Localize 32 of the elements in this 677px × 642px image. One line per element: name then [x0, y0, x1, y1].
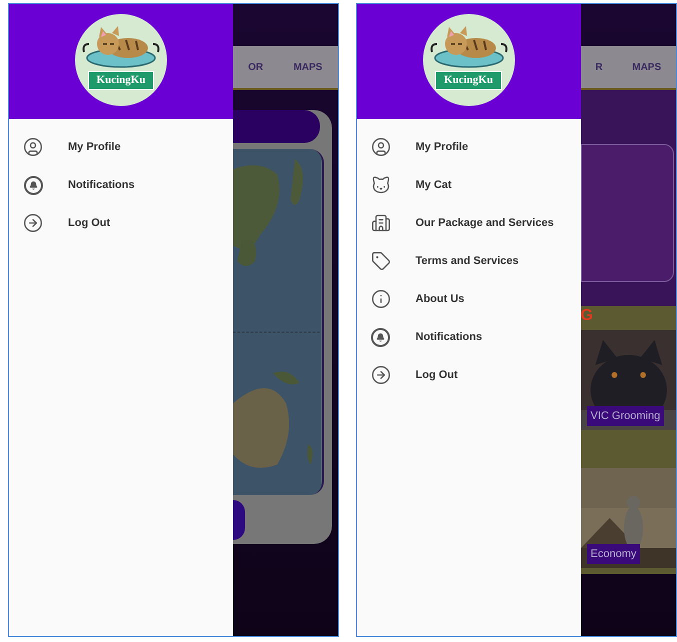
bell-icon [371, 328, 390, 346]
user-circle-icon [23, 137, 43, 157]
package-card[interactable]: VIC Grooming [580, 330, 676, 430]
info-icon [370, 289, 390, 309]
tab[interactable]: R [595, 60, 603, 74]
tab[interactable]: OR [248, 60, 264, 74]
menu-item[interactable]: Notifications [356, 318, 580, 356]
menu-item[interactable]: Log Out [9, 204, 233, 242]
cat-icon [370, 175, 390, 195]
package-label: Economy [586, 544, 640, 564]
arrow-right-circle-icon [23, 213, 43, 233]
user-circle-icon [370, 137, 390, 157]
menu-item[interactable]: Our Package and Services [356, 204, 580, 242]
tag-icon [370, 251, 390, 271]
menu-item[interactable]: Notifications [9, 166, 233, 204]
round-button[interactable] [233, 500, 245, 540]
bell-icon [24, 176, 42, 194]
menu-item[interactable]: About Us [356, 280, 580, 318]
package-label: VIC Grooming [586, 406, 664, 426]
arrow-right-circle-icon [370, 365, 390, 385]
tab[interactable]: MAPS [632, 60, 662, 74]
building-icon [370, 213, 390, 233]
tab[interactable]: MAPS [293, 60, 322, 74]
logo-text: KucingKu [435, 70, 502, 90]
menu-item[interactable]: Log Out [356, 356, 580, 394]
section-heading: G [580, 306, 594, 326]
menu-item[interactable]: My Cat [356, 166, 580, 204]
menu-item[interactable]: Terms and Services [356, 242, 580, 280]
logo-text: KucingKu [88, 70, 154, 90]
menu-item[interactable]: My Profile [9, 128, 233, 166]
menu-item[interactable]: My Profile [356, 128, 580, 166]
package-card[interactable]: Economy [580, 468, 676, 568]
